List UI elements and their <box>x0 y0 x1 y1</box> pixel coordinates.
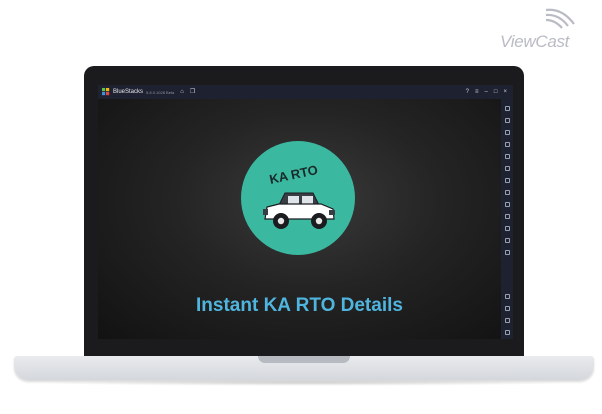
laptop-shadow <box>34 380 574 386</box>
app-version: 5.8.0.1028 Beta <box>146 89 175 95</box>
rotate-icon[interactable] <box>504 166 510 171</box>
bluestacks-logo-icon <box>102 88 110 96</box>
app-name: BlueStacks <box>113 89 144 95</box>
laptop-base <box>14 356 594 380</box>
menu-icon[interactable]: ≡ <box>475 89 479 95</box>
multi-instance-icon[interactable] <box>504 226 510 231</box>
home-icon[interactable]: ⌂ <box>180 89 184 95</box>
volume-down-icon[interactable] <box>504 130 510 135</box>
screenshot-icon[interactable] <box>504 154 510 159</box>
settings-icon[interactable] <box>504 294 510 299</box>
viewcast-watermark: ViewCast <box>500 6 596 51</box>
layers-icon[interactable] <box>504 238 510 243</box>
recent-apps-icon[interactable] <box>504 330 510 335</box>
gamepad-icon[interactable] <box>504 190 510 195</box>
app-splash-screen[interactable]: KA RTO Instant KA RTO Details <box>98 99 501 339</box>
app-title: Instant KA RTO Details <box>196 295 403 316</box>
folder-icon[interactable] <box>504 214 510 219</box>
close-icon[interactable]: × <box>503 89 507 95</box>
minimize-icon[interactable]: – <box>485 89 488 95</box>
maximize-icon[interactable]: □ <box>494 89 498 95</box>
help-icon[interactable]: ? <box>466 89 469 95</box>
bluestacks-titlebar: BlueStacks 5.8.0.1028 Beta ⌂ ❐ ? ≡ – □ × <box>98 85 513 99</box>
media-icon[interactable] <box>504 142 510 147</box>
wifi-signal-icon <box>545 8 575 29</box>
app-logo: KA RTO <box>241 141 355 255</box>
multi-window-icon[interactable]: ❐ <box>190 89 195 95</box>
fullscreen-icon[interactable] <box>504 106 510 111</box>
laptop-notch <box>258 356 350 363</box>
volume-up-icon[interactable] <box>504 118 510 123</box>
location-icon[interactable] <box>504 202 510 207</box>
keyboard-icon[interactable] <box>504 178 510 183</box>
watermark-text: ViewCast <box>500 32 570 51</box>
app-logo-text: KA RTO <box>267 162 320 187</box>
back-icon[interactable] <box>504 306 510 311</box>
home-nav-icon[interactable] <box>504 318 510 323</box>
laptop-screen: BlueStacks 5.8.0.1028 Beta ⌂ ❐ ? ≡ – □ ×… <box>98 85 513 339</box>
eco-icon[interactable] <box>504 250 510 255</box>
bluestacks-sidebar <box>501 99 513 339</box>
car-icon <box>263 192 335 229</box>
